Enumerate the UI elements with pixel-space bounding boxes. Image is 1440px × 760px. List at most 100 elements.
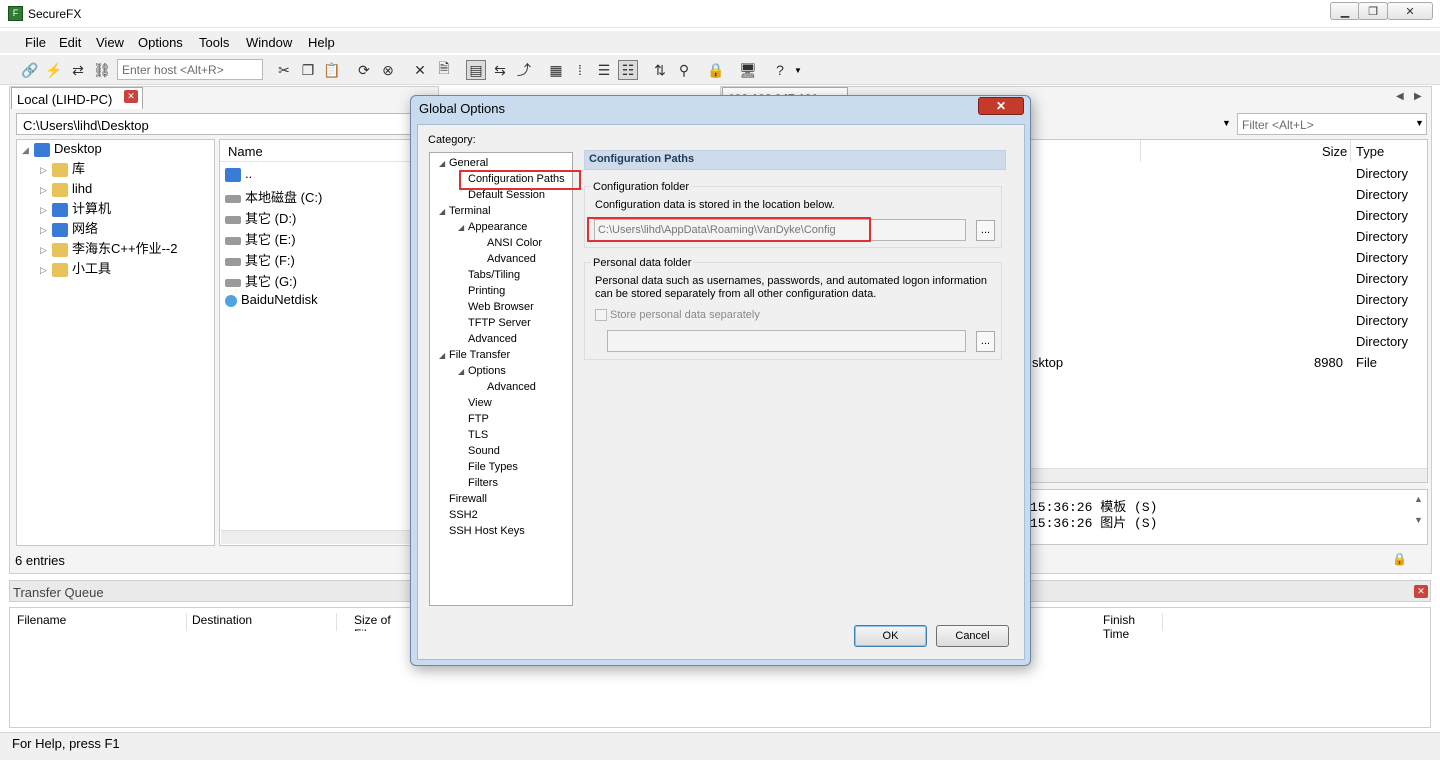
category-item[interactable]: Web Browser xyxy=(439,299,565,315)
category-item[interactable]: Sound xyxy=(439,443,565,459)
size-of-file-column-header[interactable]: Size of File xyxy=(354,613,410,631)
category-item[interactable]: SSH2 xyxy=(439,507,565,523)
transfer-icon[interactable]: ⇅ xyxy=(650,60,670,80)
category-item[interactable]: ◢ File Transfer xyxy=(439,347,565,363)
delete-icon[interactable]: ✕ xyxy=(410,60,430,80)
stop-icon[interactable]: ⊗ xyxy=(378,60,398,80)
large-icons-icon[interactable]: ▦ xyxy=(546,60,566,80)
help-icon[interactable]: ? xyxy=(770,60,790,80)
menu-edit[interactable]: Edit xyxy=(59,35,81,50)
expand-arrow-icon[interactable]: ◢ xyxy=(458,364,468,380)
filter-input[interactable]: Filter <Alt+L> xyxy=(1237,113,1427,135)
menu-help[interactable]: Help xyxy=(308,35,335,50)
tree-item-computer[interactable]: ▷ 计算机 xyxy=(40,199,111,219)
cancel-button[interactable]: Cancel xyxy=(936,625,1009,647)
ok-button[interactable]: OK xyxy=(854,625,927,647)
help-dropdown-icon[interactable]: ▼ xyxy=(794,66,802,75)
browse-config-button[interactable]: ... xyxy=(976,220,995,241)
scroll-up-icon[interactable]: ▲ xyxy=(1414,494,1423,504)
reconnect-icon[interactable]: ⇄ xyxy=(68,60,88,80)
scroll-down-icon[interactable]: ▼ xyxy=(1414,515,1423,525)
file-row[interactable]: 其它 (F:) xyxy=(225,250,295,269)
file-row[interactable]: .. xyxy=(225,166,252,182)
category-item[interactable]: Filters xyxy=(439,475,565,491)
properties-icon[interactable]: 🗎 xyxy=(434,60,454,80)
refresh-icon[interactable]: ⟳ xyxy=(354,60,374,80)
category-item[interactable]: Advanced xyxy=(439,379,565,395)
file-row[interactable]: 本地磁盘 (C:) xyxy=(225,187,322,206)
list-view-icon[interactable]: ☰ xyxy=(594,60,614,80)
small-icons-icon[interactable]: ⁞ xyxy=(570,60,590,80)
session-manager-icon[interactable]: 🖥 xyxy=(738,60,758,80)
paste-icon[interactable]: 📋 xyxy=(322,60,342,80)
file-name-cell[interactable]: sktop xyxy=(1032,355,1063,370)
close-queue-icon[interactable]: ✕ xyxy=(1414,585,1428,598)
connect-icon[interactable]: 🔗 xyxy=(20,60,40,80)
path-dropdown-icon[interactable]: ▼ xyxy=(1222,118,1231,128)
category-item[interactable]: FTP xyxy=(439,411,565,427)
category-item[interactable]: TLS xyxy=(439,427,565,443)
category-item[interactable]: Firewall xyxy=(439,491,565,507)
file-row[interactable]: 其它 (E:) xyxy=(225,229,296,248)
tree-item-homework[interactable]: ▷ 李海东C++作业--2 xyxy=(40,239,177,259)
close-window-button[interactable]: ✕ xyxy=(1387,2,1433,20)
dialog-close-button[interactable]: ✕ xyxy=(978,97,1024,115)
file-row[interactable]: BaiduNetdisk xyxy=(225,292,318,307)
tree-item-network[interactable]: ▷ 网络 xyxy=(40,219,98,239)
tab-prev-icon[interactable]: ◀ xyxy=(1396,91,1404,102)
menu-tools[interactable]: Tools xyxy=(199,35,229,50)
size-column-header[interactable]: Size xyxy=(1322,144,1347,159)
store-separately-checkbox[interactable] xyxy=(595,309,607,321)
category-item[interactable]: ◢ Appearance xyxy=(439,219,565,235)
tree-item-lihd[interactable]: ▷ lihd xyxy=(40,179,92,199)
cut-icon[interactable]: ✂ xyxy=(274,60,294,80)
up-folder-icon[interactable]: ⤴ xyxy=(514,60,534,80)
menu-options[interactable]: Options xyxy=(138,35,183,50)
category-item[interactable]: SSH Host Keys xyxy=(439,523,565,539)
category-item[interactable]: ◢ General xyxy=(439,155,565,171)
expand-arrow-icon[interactable]: ◢ xyxy=(439,156,449,172)
copy-icon[interactable]: ❐ xyxy=(298,60,318,80)
category-item[interactable]: Printing xyxy=(439,283,565,299)
category-item[interactable]: View xyxy=(439,395,565,411)
tree-item-tools[interactable]: ▷ 小工具 xyxy=(40,259,111,279)
tree-view-icon[interactable]: ▤ xyxy=(466,60,486,80)
category-item[interactable]: ANSI Color xyxy=(439,235,565,251)
details-view-icon[interactable]: ☷ xyxy=(618,60,638,80)
category-item[interactable]: Tabs/Tiling xyxy=(439,267,565,283)
tree-item-desktop[interactable]: ◢ Desktop xyxy=(22,139,102,159)
local-path-input[interactable]: C:\Users\lihd\Desktop xyxy=(16,113,416,135)
menu-file[interactable]: File xyxy=(25,35,46,50)
category-item[interactable]: TFTP Server xyxy=(439,315,565,331)
filename-column-header[interactable]: Filename xyxy=(17,613,187,631)
restore-button[interactable]: ❐ xyxy=(1358,2,1388,20)
name-column-header[interactable]: Name xyxy=(220,140,412,162)
remote-horizontal-scrollbar[interactable] xyxy=(1031,468,1427,482)
quick-connect-icon[interactable]: ⚡ xyxy=(44,60,64,80)
category-item[interactable]: Advanced xyxy=(439,251,565,267)
personal-path-input[interactable] xyxy=(607,330,966,352)
menu-window[interactable]: Window xyxy=(246,35,292,50)
expand-arrow-icon[interactable]: ◢ xyxy=(458,220,468,236)
category-item[interactable]: ◢ Options xyxy=(439,363,565,379)
file-row[interactable]: 其它 (G:) xyxy=(225,271,297,290)
local-horizontal-scrollbar[interactable] xyxy=(221,530,411,544)
tab-next-icon[interactable]: ▶ xyxy=(1414,91,1422,102)
sync-icon[interactable]: ⇆ xyxy=(490,60,510,80)
minimize-button[interactable]: ▁ xyxy=(1330,2,1360,20)
category-item[interactable]: Advanced xyxy=(439,331,565,347)
filter-icon[interactable]: ⚲ xyxy=(674,60,694,80)
filter-dropdown-icon[interactable]: ▼ xyxy=(1415,118,1424,128)
host-input[interactable]: Enter host <Alt+R> xyxy=(117,59,263,80)
close-tab-icon[interactable]: ✕ xyxy=(124,90,138,103)
category-item[interactable]: File Types xyxy=(439,459,565,475)
type-column-header[interactable]: Type xyxy=(1356,144,1384,159)
finish-time-column-header[interactable]: Finish Time xyxy=(1103,613,1163,641)
browse-personal-button[interactable]: ... xyxy=(976,331,995,352)
menu-view[interactable]: View xyxy=(96,35,124,50)
tree-item-library[interactable]: ▷ 库 xyxy=(40,159,85,179)
expand-arrow-icon[interactable]: ◢ xyxy=(439,204,449,220)
file-row[interactable]: 其它 (D:) xyxy=(225,208,296,227)
category-item[interactable]: ◢ Terminal xyxy=(439,203,565,219)
lock-icon[interactable]: 🔒 xyxy=(706,60,726,80)
